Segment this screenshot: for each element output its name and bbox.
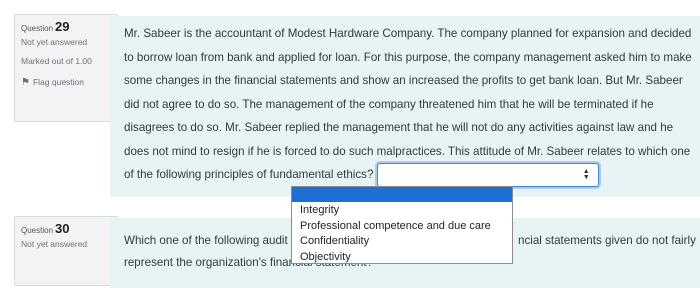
flag-question-link[interactable]: ⚑ Flag question [21, 77, 111, 88]
question-state: Not yet answered [21, 37, 88, 47]
flag-icon: ⚑ [21, 77, 30, 88]
option-confidentiality[interactable]: Confidentiality [292, 234, 512, 250]
question-30-info: Question 30 Not yet answered [14, 216, 118, 286]
option-professional-competence[interactable]: Professional competence and due care [292, 219, 512, 235]
answer-options-list: Integrity Professional competence and du… [291, 186, 513, 264]
option-integrity[interactable]: Integrity [292, 203, 512, 219]
question-29-content: Mr. Sabeer is the accountant of Modest H… [110, 16, 700, 197]
question-number: Question 29 [21, 19, 70, 34]
question-text: Mr. Sabeer is the accountant of Modest H… [124, 27, 692, 182]
question-grade: Marked out of 1.00 [21, 56, 92, 66]
select-arrows-icon: ▲ ▼ [582, 168, 590, 181]
question-29-info: Question 29 Not yet answered Marked out o… [14, 14, 118, 122]
option-objectivity[interactable]: Objectivity [292, 250, 512, 266]
question-number: Question 30 [21, 221, 70, 236]
question-state: Not yet answered [21, 239, 88, 249]
question-text-end: ncial statements given do not fairly [518, 234, 696, 247]
question-text-start: Which one of the following audit [124, 234, 288, 247]
answer-select[interactable]: ▲ ▼ [376, 163, 599, 187]
option-blank-highlighted[interactable] [292, 187, 512, 202]
